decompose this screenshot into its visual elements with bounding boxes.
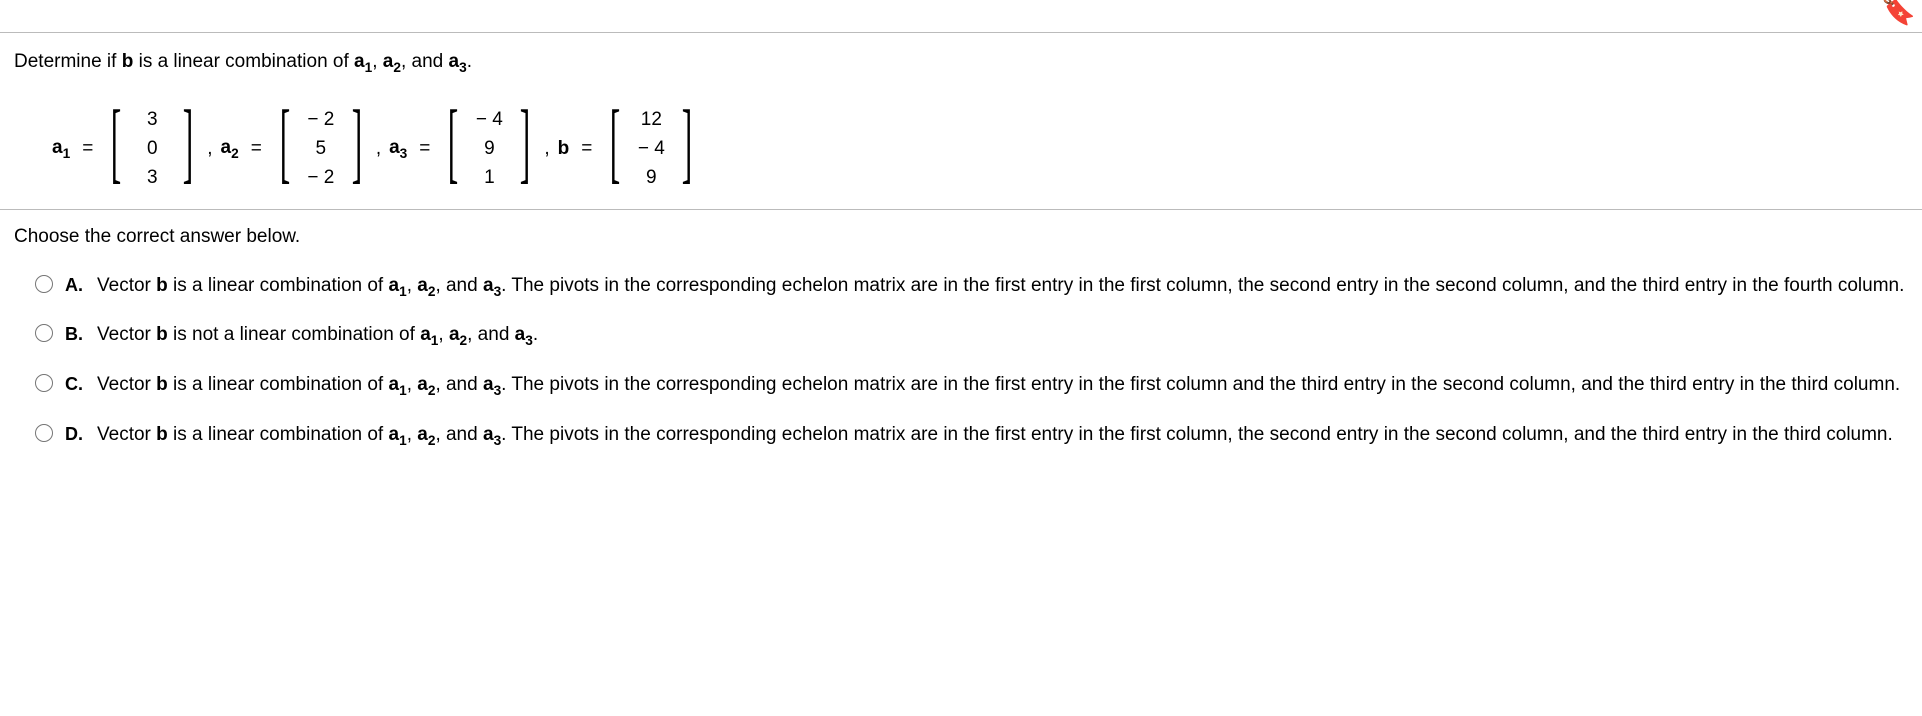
b-v0: 12: [636, 109, 666, 131]
b-vector: [ 12 − 4 9 ]: [600, 103, 702, 195]
a1-vector: [ 3 0 3 ]: [101, 103, 203, 195]
a3-v1: 9: [474, 138, 504, 160]
left-bracket-icon: [: [111, 103, 121, 195]
a2-label: a2: [221, 137, 239, 161]
right-bracket-icon: ]: [520, 103, 530, 195]
equals: =: [419, 138, 430, 160]
b-label: b: [558, 138, 570, 160]
choice-d[interactable]: D. Vector b is a linear combination of a…: [30, 421, 1908, 451]
choice-letter: C.: [65, 371, 87, 397]
a2-values: − 2 5 − 2: [300, 103, 342, 195]
a1-values: 3 0 3: [131, 103, 173, 195]
radio-d[interactable]: [35, 424, 53, 442]
right-bracket-icon: ]: [183, 103, 193, 195]
choice-c[interactable]: C. Vector b is a linear combination of a…: [30, 371, 1908, 401]
choice-letter: D.: [65, 421, 87, 447]
a2-v1: 5: [306, 138, 336, 160]
choose-prompt: Choose the correct answer below.: [0, 210, 1922, 262]
choices: A. Vector b is a linear combination of a…: [0, 262, 1922, 485]
prompt-b: b: [122, 51, 134, 72]
choice-b[interactable]: B. Vector b is not a linear combination …: [30, 321, 1908, 351]
radio-c[interactable]: [35, 374, 53, 392]
comma: ,: [207, 138, 212, 160]
left-bracket-icon: [: [610, 103, 620, 195]
a3-values: − 4 9 1: [468, 103, 510, 195]
radio-a[interactable]: [35, 275, 53, 293]
prompt-a3: a3: [449, 51, 467, 72]
choice-a[interactable]: A. Vector b is a linear combination of a…: [30, 272, 1908, 302]
top-bar: 🔖: [0, 0, 1922, 33]
a2-v2: − 2: [306, 167, 336, 189]
prompt-text: is a linear combination of: [133, 51, 354, 72]
vectors-row: a1 = [ 3 0 3 ] , a2 = [ − 2 5 − 2: [14, 103, 1908, 195]
a2-v0: − 2: [306, 109, 336, 131]
b-v2: 9: [636, 167, 666, 189]
question-section: Determine if b is a linear combination o…: [0, 33, 1922, 210]
prompt-text: Determine if: [14, 51, 122, 72]
equals: =: [251, 138, 262, 160]
question-prompt: Determine if b is a linear combination o…: [14, 51, 1908, 75]
comma: ,: [544, 138, 549, 160]
b-v1: − 4: [636, 138, 666, 160]
prompt-text: ,: [372, 51, 383, 72]
a1-label: a1: [52, 137, 70, 161]
a1-v0: 3: [137, 109, 167, 131]
choice-letter: B.: [65, 321, 87, 347]
prompt-text: , and: [401, 51, 449, 72]
choice-text: Vector b is a linear combination of a1, …: [97, 421, 1908, 451]
a3-vector: [ − 4 9 1 ]: [438, 103, 540, 195]
prompt-text: .: [467, 51, 472, 72]
choice-text: Vector b is not a linear combination of …: [97, 321, 1908, 351]
prompt-a1: a1: [354, 51, 372, 72]
right-bracket-icon: ]: [682, 103, 692, 195]
choice-letter: A.: [65, 272, 87, 298]
a1-v1: 0: [137, 138, 167, 160]
a3-label: a3: [389, 137, 407, 161]
equals: =: [581, 138, 592, 160]
a3-v0: − 4: [474, 109, 504, 131]
a2-vector: [ − 2 5 − 2 ]: [270, 103, 372, 195]
prompt-a2: a2: [383, 51, 401, 72]
bookmark-icon[interactable]: 🔖: [1881, 0, 1916, 27]
b-values: 12 − 4 9: [630, 103, 672, 195]
comma: ,: [376, 138, 381, 160]
choice-text: Vector b is a linear combination of a1, …: [97, 371, 1908, 401]
radio-b[interactable]: [35, 324, 53, 342]
equals: =: [82, 138, 93, 160]
a3-v2: 1: [474, 167, 504, 189]
left-bracket-icon: [: [448, 103, 458, 195]
right-bracket-icon: ]: [352, 103, 362, 195]
page: 🔖 Determine if b is a linear combination…: [0, 0, 1922, 484]
choice-text: Vector b is a linear combination of a1, …: [97, 272, 1908, 302]
left-bracket-icon: [: [280, 103, 290, 195]
a1-v2: 3: [137, 167, 167, 189]
